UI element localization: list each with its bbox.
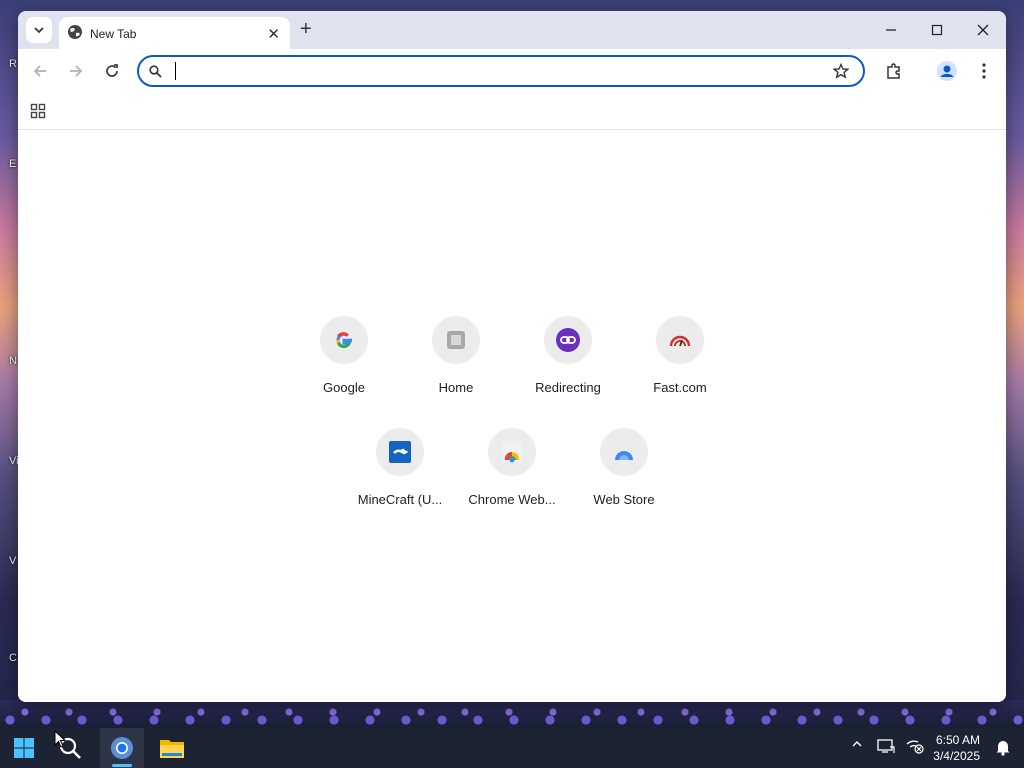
windows-icon (14, 738, 34, 758)
tab-new-tab[interactable]: New Tab ✕ (59, 17, 290, 49)
arrow-left-icon (33, 65, 46, 77)
folder-icon (160, 740, 184, 758)
google-icon (336, 332, 352, 349)
shortcut-label: Web Store (593, 492, 655, 507)
reload-icon (106, 64, 118, 77)
maximize-button[interactable] (914, 11, 960, 49)
bookmarks-bar (18, 93, 1006, 130)
minimize-icon (886, 29, 896, 31)
shortcut-label: Chrome Web... (468, 492, 556, 507)
reload-button[interactable] (102, 61, 122, 81)
search-button[interactable] (48, 728, 92, 768)
address-input[interactable] (173, 61, 817, 83)
taskbar: 6:50 AM 3/4/2025 (0, 728, 1024, 768)
menu-button[interactable] (974, 61, 994, 81)
profile-button[interactable] (937, 61, 957, 81)
more-vert-icon (982, 63, 986, 79)
chrome-webstore-icon (502, 443, 522, 463)
display-icon[interactable] (877, 738, 895, 757)
network-disconnected-icon[interactable] (906, 738, 924, 757)
desktop-label-fragment[interactable]: E (9, 158, 16, 170)
shortcut-label: Fast.com (653, 380, 707, 395)
shortcut-label: Redirecting (535, 380, 601, 395)
home-site-icon (447, 331, 465, 349)
desktop-label-fragment[interactable]: C (9, 652, 17, 664)
new-tab-page: Google Home Redirecting Fast.com MineCra… (18, 130, 1006, 702)
desktop-label-fragment[interactable]: N (9, 355, 17, 367)
bookmark-star-icon[interactable] (833, 63, 849, 79)
close-tab-icon[interactable]: ✕ (267, 25, 280, 43)
shortcut-tile[interactable]: Home (400, 316, 512, 395)
shortcut-icon-ring (376, 428, 424, 476)
puzzle-icon (887, 63, 900, 79)
chrome-icon (111, 737, 133, 759)
shortcut-tile[interactable]: Web Store (568, 428, 680, 507)
browser-window: New Tab ✕ + Google Home Redirecting Fast… (18, 11, 1006, 702)
active-indicator (112, 764, 132, 767)
clock-time: 6:50 AM (935, 733, 980, 747)
shortcut-label: Google (323, 380, 365, 395)
taskbar-file-explorer[interactable] (150, 728, 194, 768)
address-bar[interactable] (137, 55, 865, 87)
shortcut-tile[interactable]: Redirecting (512, 316, 624, 395)
search-icon (149, 65, 162, 78)
avatar-icon (937, 61, 957, 81)
link-icon (556, 328, 580, 352)
back-button[interactable] (30, 61, 50, 81)
shortcut-icon-ring (544, 316, 592, 364)
apps-grid-icon[interactable] (30, 103, 46, 119)
new-tab-button[interactable]: + (300, 19, 312, 39)
browser-toolbar (18, 49, 1006, 93)
system-clock[interactable]: 6:50 AM 3/4/2025 (933, 732, 980, 764)
start-button[interactable] (2, 728, 46, 768)
notification-bell-icon[interactable] (995, 738, 1011, 759)
shortcut-tile[interactable]: Google (288, 316, 400, 395)
shortcut-label: Home (438, 380, 474, 395)
close-window-button[interactable] (960, 11, 1006, 49)
mouse-cursor-icon (54, 730, 66, 748)
arrow-right-icon (70, 65, 83, 77)
shortcut-icon-ring (656, 316, 704, 364)
tab-strip: New Tab ✕ + (18, 11, 1006, 49)
clock-date: 3/4/2025 (933, 749, 980, 763)
close-icon (977, 24, 989, 36)
minimize-button[interactable] (868, 11, 914, 49)
webstore-icon (615, 451, 633, 460)
shortcut-icon-ring (432, 316, 480, 364)
tab-search-button[interactable] (26, 17, 52, 43)
shortcut-tile[interactable]: MineCraft (U... (344, 428, 456, 507)
text-cursor (175, 62, 176, 80)
shortcut-icon-ring (600, 428, 648, 476)
shortcut-label: MineCraft (U... (357, 492, 443, 507)
shortcut-tile[interactable]: Fast.com (624, 316, 736, 395)
desktop-label-fragment[interactable]: V (9, 555, 16, 567)
chevron-up-icon[interactable] (851, 738, 863, 753)
chevron-down-icon (34, 27, 44, 34)
speedometer-icon (669, 335, 691, 347)
maximize-icon (931, 24, 943, 36)
wallpaper-flowers (0, 700, 1024, 730)
shortcut-tile[interactable]: Chrome Web... (456, 428, 568, 507)
globe-icon (68, 25, 82, 39)
extensions-button[interactable] (884, 61, 904, 81)
taskbar-chrome[interactable] (100, 728, 144, 768)
forward-button[interactable] (66, 61, 86, 81)
minecraft-icon (389, 441, 411, 463)
shortcut-icon-ring (488, 428, 536, 476)
tab-title: New Tab (90, 27, 137, 41)
shortcut-icon-ring (320, 316, 368, 364)
desktop-label-fragment[interactable]: R (9, 58, 17, 70)
